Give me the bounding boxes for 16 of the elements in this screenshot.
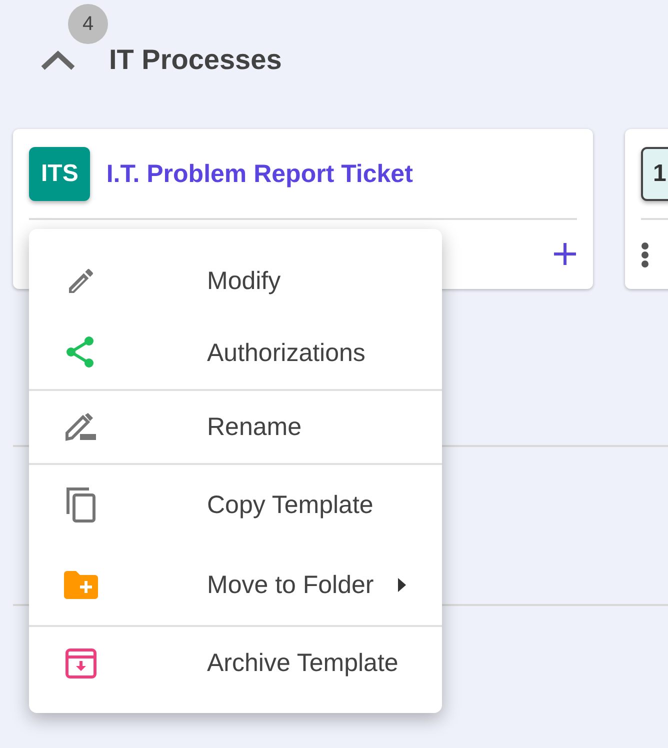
menu-item[interactable]: Rename bbox=[29, 391, 442, 463]
menu-item[interactable]: Authorizations bbox=[29, 317, 442, 389]
count-badge: 4 bbox=[68, 4, 108, 44]
menu-item[interactable]: Archive Template bbox=[29, 627, 442, 699]
template-link[interactable]: I.T. Problem Report Ticket bbox=[106, 160, 413, 188]
section-title: IT Processes bbox=[109, 44, 282, 76]
menu-item[interactable]: Copy Template bbox=[29, 465, 442, 545]
folder-plus-icon bbox=[63, 571, 99, 599]
archive-icon bbox=[63, 647, 99, 679]
menu-item[interactable]: Move to Folder bbox=[29, 545, 442, 625]
template-badge: ITS bbox=[29, 147, 90, 201]
more-icon[interactable] bbox=[641, 242, 649, 268]
pencil-line-icon bbox=[63, 413, 99, 441]
menu-item[interactable]: Modify bbox=[29, 245, 442, 317]
template-badge: 1 bbox=[641, 147, 668, 201]
add-icon[interactable] bbox=[553, 242, 577, 266]
